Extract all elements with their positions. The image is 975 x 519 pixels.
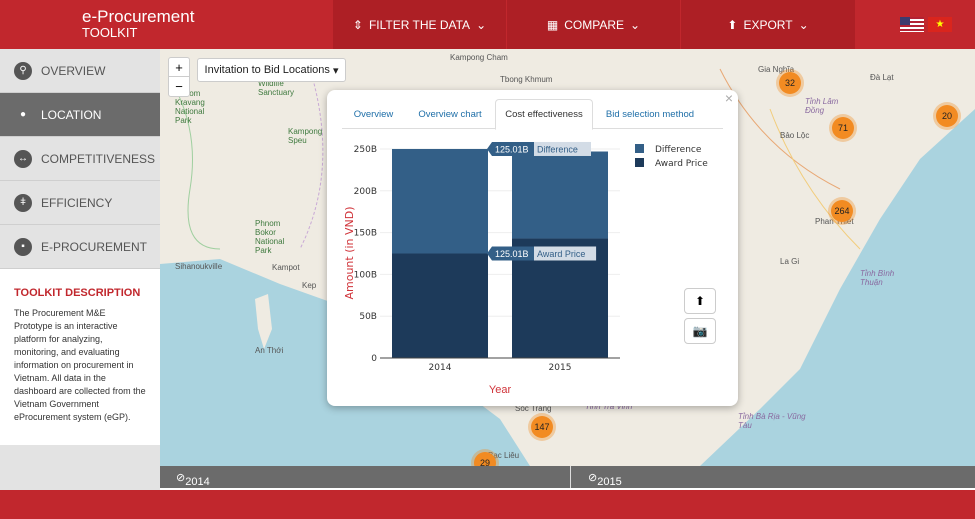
nav-label: EXPORT [743, 17, 793, 32]
zoom-control: + − [168, 57, 190, 97]
description-title: TOOLKIT DESCRIPTION [14, 287, 141, 299]
sidebar-item-label: LOCATION [41, 107, 102, 122]
zoom-in-button[interactable]: + [169, 58, 189, 77]
cluster-marker[interactable]: 147 [531, 416, 553, 438]
y-tick-label: 200B [354, 187, 377, 197]
layer-select-value: Invitation to Bid Locations [204, 64, 330, 76]
y-tick-label: 150B [354, 229, 377, 239]
map-label: Kampong Speu [288, 127, 323, 145]
x-tick-label: 2014 [429, 363, 452, 373]
legend-swatch [635, 158, 644, 167]
cluster-marker[interactable]: 264 [831, 200, 853, 222]
sidebar-item-label: OVERVIEW [41, 63, 106, 78]
sidebar-item-overview[interactable]: ⚲ OVERVIEW [0, 49, 160, 93]
map-label: Kep [302, 281, 317, 290]
map-label: Tỉnh Lâm Đồng [805, 97, 839, 115]
sidebar-item-label: EFFICIENCY [41, 195, 113, 210]
map-label: An Thới [255, 346, 284, 355]
map-label: Kampong Cham [450, 53, 508, 62]
chevron-down-icon: ⌄ [476, 17, 487, 32]
vietnam-flag-icon[interactable]: ★ [928, 17, 952, 32]
arrows-icon: ↔ [14, 149, 32, 168]
filter-icon: ⇕ [352, 17, 363, 32]
map-label: Bảo Lộc [780, 131, 810, 140]
tooltip-series: Difference [537, 144, 578, 154]
sidebar-item-label: COMPETITIVENESS [41, 151, 156, 166]
cluster-marker[interactable]: 71 [832, 117, 854, 139]
divider [570, 466, 571, 488]
bar-difference-2014[interactable] [392, 148, 488, 254]
bar-difference-2015[interactable] [512, 151, 608, 239]
y-axis-title: Amount (in VND) [343, 206, 356, 299]
export-icon: ⬆ [727, 17, 738, 32]
zoom-out-button[interactable]: − [169, 77, 189, 96]
filter-data-button[interactable]: ⇕ FILTER THE DATA ⌄ [332, 0, 506, 49]
chat-icon: ▪ [14, 237, 32, 256]
brand-logo[interactable]: e-Procurement TOOLKIT [82, 7, 195, 41]
legend-swatch [635, 144, 644, 153]
us-flag-icon[interactable] [900, 17, 924, 32]
legend-label[interactable]: Difference [655, 145, 702, 155]
chart-popup: × Overview Overview chart Cost effective… [327, 90, 738, 406]
chevron-down-icon: ⌄ [630, 17, 641, 32]
export-chart-button[interactable]: ⬆ [684, 288, 716, 314]
nav-label: FILTER THE DATA [368, 17, 471, 32]
export-button[interactable]: ⬆ EXPORT ⌄ [680, 0, 855, 49]
sidebar-item-e-procurement[interactable]: ▪ E-PROCUREMENT [0, 225, 160, 269]
tooltip-value: 125.01B [495, 144, 529, 154]
map-label: La Gi [780, 257, 800, 266]
x-tick-label: 2015 [549, 363, 572, 373]
caret-down-icon: ▾ [329, 64, 339, 77]
map-label: Tỉnh Bà Rịa - Vũng Tàu [738, 412, 806, 430]
tooltip-series: Award Price [537, 249, 585, 259]
map-pin-icon: ● [19, 109, 27, 120]
timeline-bar: ⊘ 2014 ⊘ 2015 [160, 466, 975, 488]
header: e-Procurement TOOLKIT ⇕ FILTER THE DATA ⌄ ▦… [0, 0, 975, 49]
map-label: Kampot [272, 263, 300, 272]
y-tick-label: 0 [371, 354, 377, 364]
y-tick-label: 50B [359, 312, 377, 322]
description-text: The Procurement M&E Prototype is an inte… [14, 308, 146, 422]
cluster-marker[interactable]: 32 [779, 72, 801, 94]
map-label: Phnom Bokor National Park [255, 219, 285, 255]
layer-select[interactable]: Invitation to Bid Locations ▾ [197, 58, 346, 82]
search-icon: ⚲ [14, 61, 32, 80]
bar-award-price-2014[interactable] [392, 253, 488, 358]
toolkit-description: TOOLKIT DESCRIPTION The Procurement M&E … [0, 269, 160, 445]
camera-icon: 📷 [692, 324, 708, 338]
sidebar: ⚲ OVERVIEW ● LOCATION ↔ COMPETITIVENESS ǂ EF… [0, 49, 160, 490]
sidebar-item-location[interactable]: ● LOCATION [0, 93, 160, 137]
upload-icon: ⬆ [694, 294, 706, 308]
grid-icon: ▦ [546, 17, 559, 32]
map-label: Tỉnh Bình Thuận [860, 269, 895, 287]
chevron-down-icon: ⌄ [798, 17, 809, 32]
year-label: 2015 [597, 476, 622, 488]
y-tick-label: 250B [354, 145, 377, 155]
nav-label: COMPARE [564, 17, 625, 32]
brand-subtitle: TOOLKIT [82, 25, 138, 40]
year-label: 2014 [185, 476, 210, 488]
sidebar-item-label: E-PROCUREMENT [41, 239, 148, 254]
map-label: Sihanoukville [175, 262, 223, 271]
brand-title: e-Procurement [82, 7, 195, 26]
timeline-2014[interactable]: ⊘ 2014 [176, 471, 210, 488]
cluster-marker[interactable]: 20 [936, 105, 958, 127]
footer [0, 490, 975, 519]
sidebar-item-competitiveness[interactable]: ↔ COMPETITIVENESS [0, 137, 160, 181]
sidebar-item-efficiency[interactable]: ǂ EFFICIENCY [0, 181, 160, 225]
y-tick-label: 100B [354, 270, 377, 280]
x-axis-title: Year [489, 384, 512, 396]
snapshot-button[interactable]: 📷 [684, 318, 716, 344]
map-label: Đà Lạt [870, 73, 894, 82]
stacked-bar-chart: 0 50B 100B 150B 200B 250B 2014 2015 Year Amount (… [343, 141, 708, 396]
tooltip-value: 125.01B [495, 249, 529, 259]
legend-label[interactable]: Award Price [655, 159, 708, 169]
map-label: Tbong Khmum [500, 75, 553, 84]
compare-button[interactable]: ▦ COMPARE ⌄ [506, 0, 680, 49]
timeline-2015[interactable]: ⊘ 2015 [588, 471, 622, 488]
thermometer-icon: ǂ [14, 193, 32, 212]
